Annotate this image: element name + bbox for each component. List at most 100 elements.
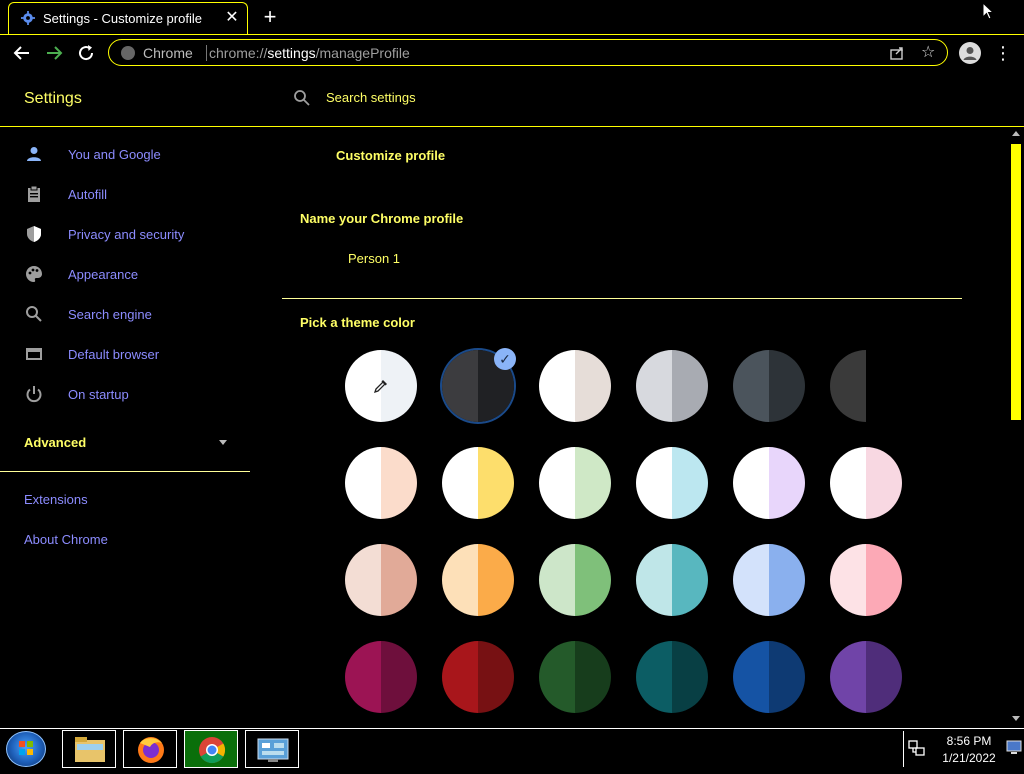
theme-color-swatch[interactable] [830, 350, 866, 422]
sidebar-item-label: Appearance [68, 267, 139, 282]
theme-color-swatch[interactable] [733, 447, 805, 519]
close-tab-icon[interactable]: ✕ [223, 9, 241, 27]
share-icon[interactable] [889, 45, 905, 61]
swatch-left-half [830, 350, 866, 422]
swatch-right-half [866, 641, 902, 713]
theme-color-swatch[interactable] [442, 447, 514, 519]
taskbar-firefox[interactable] [123, 730, 177, 768]
sidebar-item-default-browser[interactable]: Default browser [0, 335, 250, 375]
theme-color-swatch[interactable] [345, 641, 417, 713]
clock-date[interactable]: 1/21/2022 [934, 751, 1004, 765]
palette-icon [26, 266, 42, 282]
theme-color-swatch[interactable] [636, 641, 708, 713]
theme-color-swatch[interactable] [539, 641, 611, 713]
theme-color-swatch[interactable] [345, 447, 417, 519]
url-scheme: chrome:// [209, 45, 268, 61]
windows-logo-icon [19, 741, 33, 755]
chrome-icon [199, 737, 226, 764]
theme-color-swatch[interactable] [539, 350, 611, 422]
swatch-right-half [575, 350, 611, 422]
theme-color-swatch[interactable] [539, 447, 611, 519]
theme-color-swatch[interactable] [733, 350, 805, 422]
profile-name-field[interactable]: Person 1 [348, 251, 400, 266]
theme-color-swatch[interactable] [636, 447, 708, 519]
sidebar-item-autofill[interactable]: Autofill [0, 175, 250, 215]
omnibox-chip: Chrome [143, 45, 193, 61]
forward-arrow-icon[interactable] [42, 41, 66, 65]
search-settings-input[interactable]: Search settings [326, 90, 416, 105]
sidebar-advanced-toggle[interactable]: Advanced [24, 435, 86, 450]
sidebar-item-appearance[interactable]: Appearance [0, 255, 250, 295]
tab-settings[interactable]: Settings - Customize profile ✕ [8, 2, 248, 34]
theme-color-swatch[interactable] [733, 641, 805, 713]
folder-icon [75, 737, 105, 762]
theme-color-swatch[interactable] [539, 544, 611, 616]
scrollbar[interactable] [1008, 128, 1024, 728]
taskbar-file-explorer[interactable] [62, 730, 116, 768]
control-panel-icon [257, 738, 289, 762]
checkmark-icon: ✓ [494, 348, 516, 370]
sidebar-item-on-startup[interactable]: On startup [0, 375, 250, 415]
theme-color-swatch[interactable] [830, 447, 902, 519]
theme-color-swatch[interactable] [636, 544, 708, 616]
swatch-right-half [672, 641, 708, 713]
sidebar-item-extensions[interactable]: Extensions [24, 492, 88, 507]
sidebar-item-privacy[interactable]: Privacy and security [0, 215, 250, 255]
bookmark-star-icon[interactable]: ☆ [921, 44, 939, 62]
scrollbar-thumb[interactable] [1011, 144, 1021, 420]
gear-icon [21, 11, 35, 25]
sidebar-item-you-and-google[interactable]: You and Google [0, 135, 250, 175]
reload-icon[interactable] [74, 41, 98, 65]
menu-button[interactable]: ⋮ [994, 41, 1012, 65]
theme-color-swatch[interactable] [733, 544, 805, 616]
swatch-right-half [478, 447, 514, 519]
theme-color-swatch[interactable] [442, 544, 514, 616]
tray-separator [903, 731, 904, 767]
chevron-down-icon[interactable] [219, 440, 227, 445]
sidebar-item-search-engine[interactable]: Search engine [0, 295, 250, 335]
sidebar: You and Google Autofill Privacy and secu… [0, 128, 260, 728]
network-icon[interactable] [908, 739, 926, 757]
theme-color-swatch[interactable] [345, 544, 417, 616]
address-bar[interactable]: Chrome chrome://settings/manageProfile ☆ [108, 39, 948, 66]
swatch-right-half [381, 447, 417, 519]
swatch-left-half [539, 350, 575, 422]
swatch-left-half [539, 447, 575, 519]
theme-color-swatch[interactable] [636, 350, 708, 422]
show-desktop-icon[interactable] [1006, 739, 1022, 755]
back-arrow-icon[interactable] [10, 41, 34, 65]
site-info-icon[interactable] [121, 46, 135, 60]
scroll-up-arrow-icon[interactable] [1012, 131, 1020, 136]
firefox-icon [138, 737, 164, 763]
profile-avatar-icon[interactable] [959, 42, 981, 64]
theme-color-heading: Pick a theme color [300, 315, 415, 330]
swatch-left-half [539, 641, 575, 713]
person-icon [963, 47, 977, 60]
sidebar-item-about-chrome[interactable]: About Chrome [24, 532, 108, 547]
swatch-right-half [478, 544, 514, 616]
search-icon[interactable] [293, 89, 311, 107]
taskbar-chrome[interactable] [184, 730, 238, 768]
settings-header: Settings Search settings [0, 70, 1024, 127]
scroll-down-arrow-icon[interactable] [1012, 716, 1020, 721]
swatch-right-half [672, 350, 708, 422]
browser-window-icon [26, 348, 42, 360]
sidebar-item-label: Default browser [68, 347, 160, 362]
swatch-right-half [381, 544, 417, 616]
profile-name-heading: Name your Chrome profile [300, 211, 464, 226]
new-tab-button[interactable]: + [258, 5, 282, 29]
swatch-left-half [636, 350, 672, 422]
shield-icon [27, 226, 41, 242]
theme-color-swatch[interactable] [442, 641, 514, 713]
clock-time[interactable]: 8:56 PM [946, 734, 992, 748]
theme-color-swatch[interactable] [830, 641, 902, 713]
url-text[interactable]: chrome://settings/manageProfile [209, 45, 410, 61]
swatch-left-half [733, 447, 769, 519]
sidebar-divider [0, 471, 250, 472]
start-button[interactable] [6, 731, 46, 767]
sidebar-item-label: Privacy and security [68, 227, 185, 242]
theme-color-swatch[interactable] [830, 544, 902, 616]
swatch-right-half [866, 544, 902, 616]
taskbar-control-panel[interactable] [245, 730, 299, 768]
swatch-right-half [769, 350, 805, 422]
